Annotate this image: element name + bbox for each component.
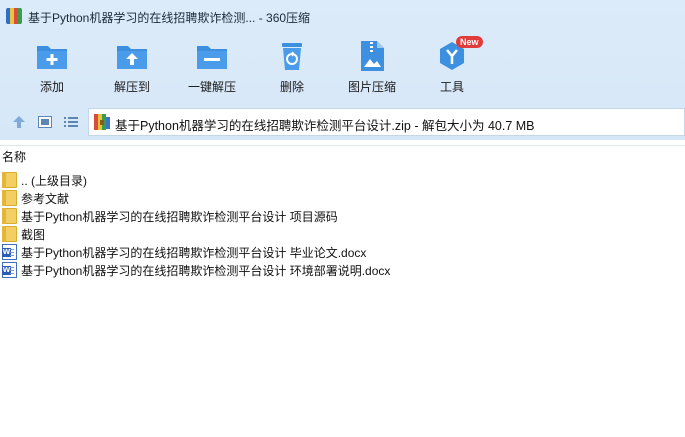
navigation-bar: 基于Python机器学习的在线招聘欺诈检测平台设计.zip - 解包大小为 40… [0, 106, 685, 138]
up-button[interactable] [10, 113, 28, 131]
file-name: 参考文献 [21, 191, 70, 206]
file-name: 截图 [21, 227, 46, 242]
one-click-extract-icon [194, 38, 230, 74]
folder-icon [2, 172, 17, 188]
arrow-up-icon [13, 116, 25, 128]
image-compress-button-label: 图片压缩 [347, 80, 396, 94]
file-name: 基于Python机器学习的在线招聘欺诈检测平台设计 毕业论文.docx [21, 245, 367, 260]
list-view-icon [64, 117, 78, 127]
title-bar[interactable]: 基于Python机器学习的在线招聘欺诈检测... - 360压缩 [0, 0, 685, 32]
trash-icon [274, 38, 310, 74]
extract-to-button-label: 解压到 [113, 80, 150, 94]
extract-to-button[interactable]: 解压到 [96, 34, 168, 98]
list-view-button[interactable] [62, 113, 80, 131]
window-title: 基于Python机器学习的在线招聘欺诈检测... - 360压缩 [28, 11, 311, 25]
zip-archive-icon [94, 114, 110, 130]
image-compress-icon [354, 38, 390, 74]
app-logo-icon [6, 8, 22, 24]
word-document-icon [2, 262, 17, 278]
delete-button[interactable]: 删除 [256, 34, 328, 98]
add-folder-icon [34, 38, 70, 74]
file-name: 基于Python机器学习的在线招聘欺诈检测平台设计 环境部署说明.docx [21, 263, 391, 278]
address-text: 基于Python机器学习的在线招聘欺诈检测平台设计.zip - 解包大小为 40… [115, 119, 535, 133]
image-compress-button[interactable]: 图片压缩 [336, 34, 408, 98]
file-name: .. (上级目录) [21, 173, 87, 188]
extract-folder-icon [114, 38, 150, 74]
app-window: 基于Python机器学习的在线招聘欺诈检测... - 360压缩 添加 解压到 … [0, 0, 685, 437]
column-header-name[interactable]: 名称 [0, 148, 685, 168]
thumbnail-view-button[interactable] [36, 113, 54, 131]
file-row-parent-directory[interactable]: .. (上级目录) [2, 171, 602, 189]
file-row[interactable]: 基于Python机器学习的在线招聘欺诈检测平台设计 环境部署说明.docx [2, 261, 602, 279]
file-list: 名称 .. (上级目录) 参考文献 基于Python机器学习的在线招聘欺诈检测平… [0, 145, 685, 437]
file-name: 基于Python机器学习的在线招聘欺诈检测平台设计 项目源码 [21, 209, 338, 224]
new-badge: New [456, 36, 483, 48]
tools-button-label: 工具 [439, 80, 464, 94]
file-row[interactable]: 基于Python机器学习的在线招聘欺诈检测平台设计 毕业论文.docx [2, 243, 602, 261]
delete-button-label: 删除 [279, 80, 304, 94]
tools-icon: New [434, 36, 483, 74]
file-row[interactable]: 基于Python机器学习的在线招聘欺诈检测平台设计 项目源码 [2, 207, 602, 225]
file-row[interactable]: 参考文献 [2, 189, 602, 207]
word-document-icon [2, 244, 17, 260]
toolbar: 添加 解压到 一键解压 删除 图片压缩 New 工具 [0, 34, 685, 100]
add-button[interactable]: 添加 [16, 34, 88, 98]
tools-button[interactable]: New 工具 [416, 34, 488, 98]
folder-icon [2, 208, 17, 224]
add-button-label: 添加 [39, 80, 64, 94]
thumbnail-view-icon [38, 116, 52, 128]
folder-icon [2, 226, 17, 242]
address-bar[interactable]: 基于Python机器学习的在线招聘欺诈检测平台设计.zip - 解包大小为 40… [88, 108, 685, 136]
one-click-extract-button[interactable]: 一键解压 [176, 34, 248, 98]
one-click-extract-button-label: 一键解压 [187, 80, 236, 94]
folder-icon [2, 190, 17, 206]
file-row[interactable]: 截图 [2, 225, 602, 243]
